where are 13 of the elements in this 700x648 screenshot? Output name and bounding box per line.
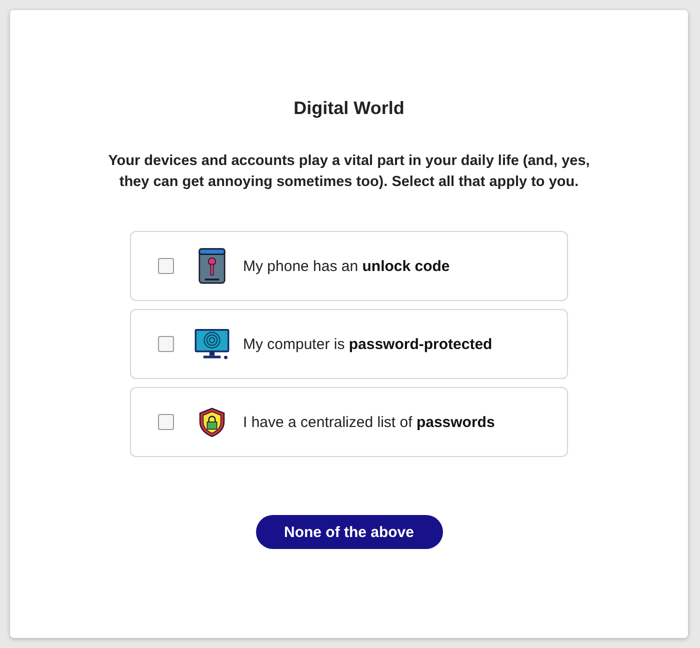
option-card[interactable]: I have a centralized list of passwords [130,387,568,458]
option-label: I have a centralized list of passwords [243,414,495,431]
page-title: Digital World [294,98,404,119]
none-of-the-above-button[interactable]: None of the above [256,515,442,550]
option-label: My computer is password-protected [243,336,492,353]
option-card[interactable]: My computer is password-protected [130,309,568,380]
fingerprint-monitor-icon [194,328,230,360]
checkbox[interactable] [158,258,174,274]
checkbox[interactable] [158,336,174,352]
intro-text: Your devices and accounts play a vital part in your daily life (and, yes, they can get annoying sometimes too). Select all that apply to you. [107,152,591,192]
option-label: My phone has an unlock code [243,258,450,275]
checkbox[interactable] [158,414,174,430]
option-card[interactable]: My phone has an unlock code [130,231,568,302]
